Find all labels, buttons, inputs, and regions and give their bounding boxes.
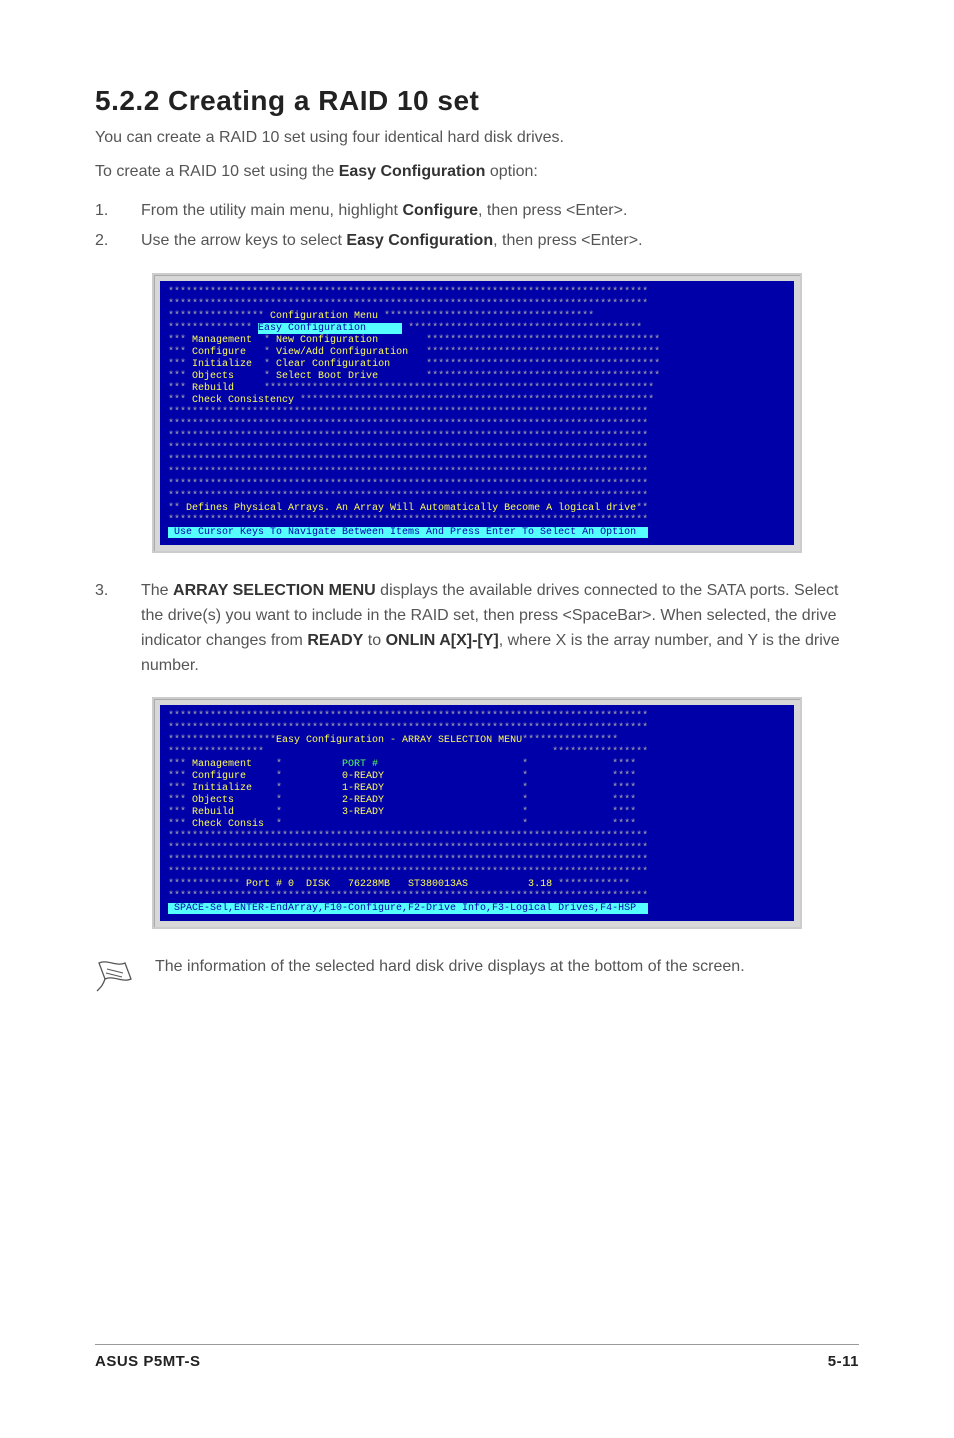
step-text: From the utility main menu, highlight Co…: [141, 202, 627, 219]
note-text: The information of the selected hard dis…: [155, 955, 745, 979]
step-item: 2. Use the arrow keys to select Easy Con…: [95, 229, 859, 253]
step-text: The ARRAY SELECTION MENU displays the av…: [141, 582, 840, 673]
step-number: 3.: [95, 579, 108, 604]
footer-product: ASUS P5MT-S: [95, 1353, 201, 1370]
lead-text: To create a RAID 10 set using the Easy C…: [95, 163, 859, 181]
terminal-screenshot-configuration-menu: ****************************************…: [152, 273, 802, 553]
steps-list: 1. From the utility main menu, highlight…: [95, 199, 859, 253]
section-heading: 5.2.2 Creating a RAID 10 set: [95, 85, 859, 117]
intro-text: You can create a RAID 10 set using four …: [95, 127, 859, 149]
terminal-screenshot-array-selection: ****************************************…: [152, 697, 802, 929]
page-footer: ASUS P5MT-S 5-11: [95, 1344, 859, 1370]
footer-page-number: 5-11: [828, 1353, 859, 1370]
step-number: 2.: [95, 229, 131, 253]
lead-bold: Easy Configuration: [339, 163, 486, 180]
lead-post: option:: [485, 163, 537, 180]
step-text: Use the arrow keys to select Easy Config…: [141, 232, 643, 249]
lead-pre: To create a RAID 10 set using the: [95, 163, 339, 180]
step-item: 1. From the utility main menu, highlight…: [95, 199, 859, 223]
step-item: 3. The ARRAY SELECTION MENU displays the…: [95, 579, 859, 678]
note-icon: [95, 957, 135, 1002]
step-number: 1.: [95, 199, 131, 223]
note-callout: The information of the selected hard dis…: [95, 955, 859, 1002]
